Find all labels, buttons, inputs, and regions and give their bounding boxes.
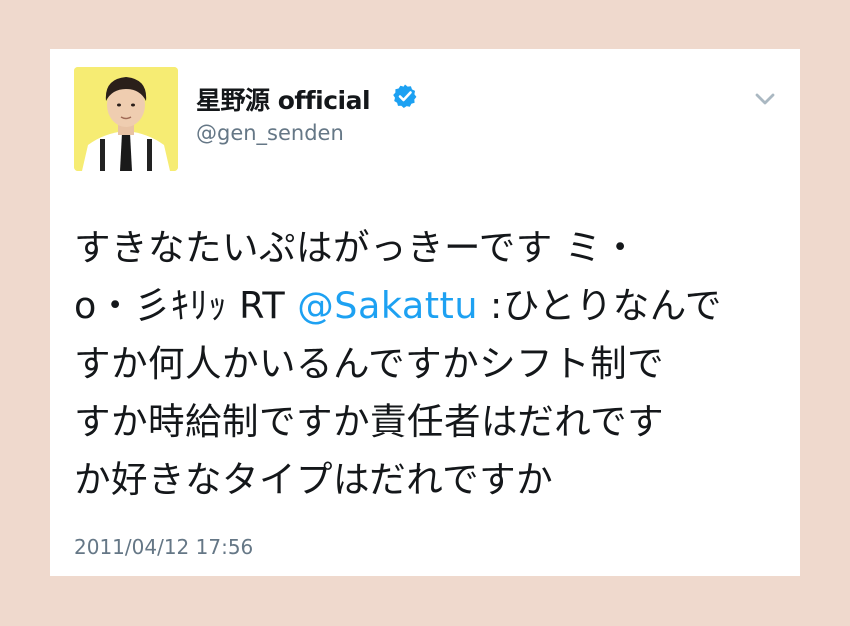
avatar[interactable] — [74, 67, 178, 171]
avatar-image — [74, 67, 178, 171]
tweet-card: 星野源 official @gen_senden すきなたいぷはがっきーです ミ… — [50, 49, 800, 576]
mention-link[interactable]: @Sakattu — [297, 284, 478, 327]
user-handle[interactable]: @gen_senden — [196, 121, 344, 145]
tweet-text: すきなたいぷはがっきーです ミ・ o・彡ｷﾘｯ RT @Sakattu :ひとり… — [74, 219, 774, 509]
timestamp[interactable]: 2011/04/12 17:56 — [74, 535, 253, 559]
tweet-text-line: o・彡ｷﾘｯ RT @Sakattu :ひとりなんで — [74, 277, 774, 335]
tweet-text-line: すか何人かいるんですかシフト制で — [74, 342, 665, 385]
verified-badge-icon — [393, 84, 417, 108]
display-name[interactable]: 星野源 official — [196, 81, 371, 117]
tweet-text-line: すきなたいぷはがっきーです ミ・ — [74, 226, 639, 269]
tweet-text-segment: o・彡ｷﾘｯ RT — [74, 284, 298, 327]
chevron-down-icon[interactable] — [750, 87, 780, 111]
tweet-text-segment: :ひとりなんで — [477, 284, 722, 327]
tweet-text-line: すか時給制ですか責任者はだれです — [74, 400, 665, 443]
tweet-text-line: か好きなタイプはだれですか — [74, 458, 554, 501]
